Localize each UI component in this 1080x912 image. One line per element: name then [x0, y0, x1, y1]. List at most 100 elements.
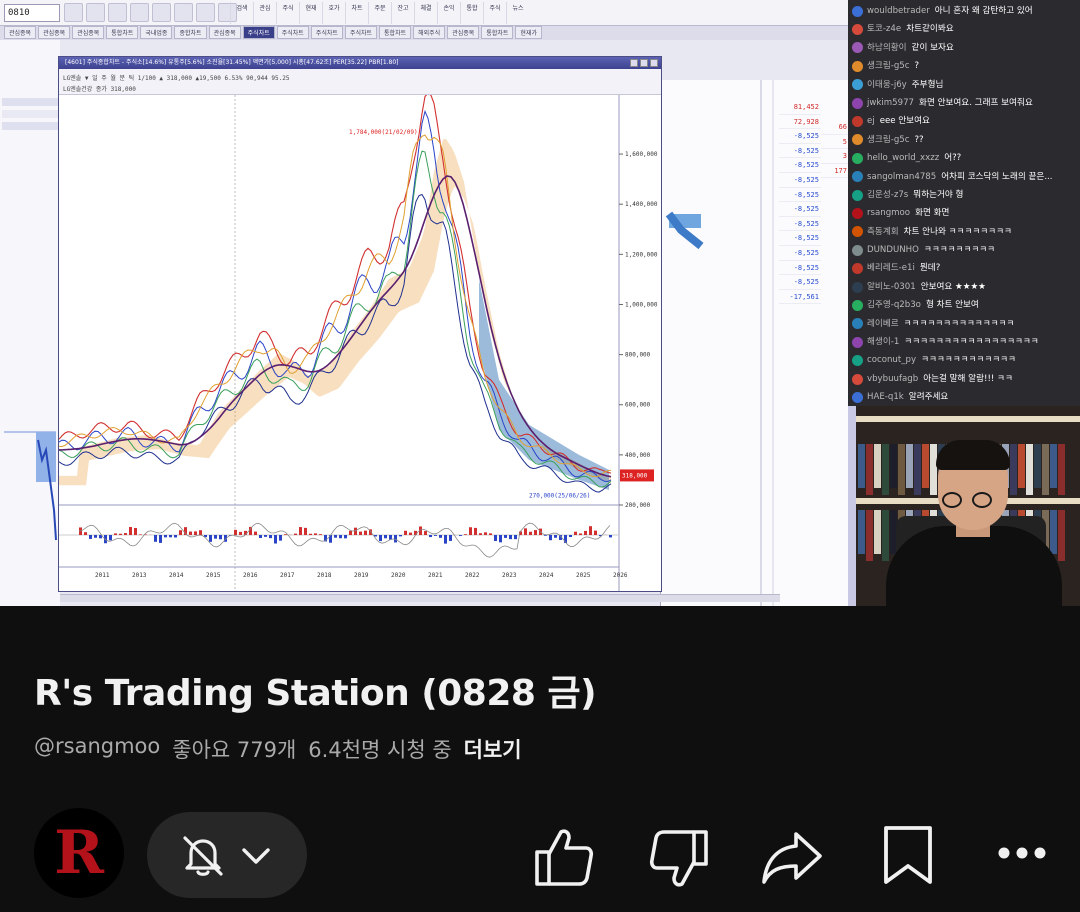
video-title[interactable]: R's Trading Station (0828 금)	[34, 664, 597, 716]
thumbs-up-icon[interactable]	[533, 826, 595, 888]
right-panel-value: -8,525	[779, 231, 821, 246]
chat-message: ej eee 안보여요	[852, 112, 1078, 130]
right-panel-value: -8,525	[779, 144, 821, 159]
oscillator-bar	[434, 535, 437, 536]
chat-message: 레이베르 ㅋㅋㅋㅋㅋㅋㅋㅋㅋㅋㅋㅋㅋㅋ	[852, 315, 1078, 333]
right-panel-value: 5	[821, 135, 848, 150]
oscillator-bar	[479, 533, 482, 535]
video-info-section: R's Trading Station (0828 금) @rsangmoo 좋…	[0, 606, 1080, 912]
hts-tab: 현재가	[515, 26, 542, 39]
oscillator-bar	[464, 534, 467, 535]
chat-avatar	[852, 97, 863, 109]
hts-tool-icon	[130, 3, 149, 22]
oscillator-bar	[409, 532, 412, 535]
chat-text: 같이 보자요	[911, 42, 954, 53]
chat-text: 알려주세요	[908, 392, 949, 403]
chat-avatar	[852, 355, 863, 367]
price-tick-label: 600,000	[625, 402, 651, 409]
chat-username: 해생이-1	[867, 337, 900, 348]
like-count: 좋아요 779개	[172, 738, 297, 762]
oscillator-bar	[239, 531, 242, 535]
bookmark-icon[interactable]	[880, 824, 936, 886]
right-panel-value: -8,525	[779, 261, 821, 276]
bell-off-icon	[183, 836, 223, 876]
book	[930, 444, 937, 495]
oscillator-bar	[234, 529, 237, 535]
oscillator-bar	[84, 532, 87, 535]
chat-message: coconut_py ㅋㅋㅋㅋㅋㅋㅋㅋㅋㅋㅋㅋ	[852, 351, 1078, 369]
oscillator-bar	[319, 534, 322, 535]
thumbs-down-icon[interactable]	[648, 828, 710, 890]
price-chart: 1,600,000 1,400,000 1,200,000 1,000,000 800,…	[59, 95, 661, 591]
chat-username: 김운성-z7s	[867, 189, 909, 200]
right-panel-value: -8,525	[779, 129, 821, 144]
chat-message: vbybuufagb 아는걸 말해 알람!!! ㅋㅋ	[852, 370, 1078, 388]
video-player[interactable]: 0810 검색 관심 주식 현재 호가 차트 주문 잔고 체결 손익 통합 주식 뉴스 관심종목 관심종목…	[0, 0, 1080, 606]
book	[1018, 444, 1025, 488]
price-tick-label: 200,000	[625, 502, 651, 509]
right-panel-value: 72,928	[779, 115, 821, 130]
oscillator-bar	[554, 535, 557, 538]
right-panel-column: 66 5 3 177	[821, 120, 848, 179]
chat-username: ej	[867, 116, 875, 127]
chat-username: 이태웅-j6y	[867, 79, 907, 90]
more-icon[interactable]	[996, 842, 1048, 864]
hts-tab: 관심종목	[72, 26, 105, 39]
chat-username: 측동계회	[867, 226, 899, 237]
chat-avatar	[852, 152, 863, 164]
hts-menu-item: 주식	[276, 2, 299, 24]
close-icon	[650, 59, 658, 67]
oscillator-bar	[284, 534, 287, 535]
trading-app-screen: 0810 검색 관심 주식 현재 호가 차트 주문 잔고 체결 손익 통합 주식 뉴스 관심종목 관심종목…	[0, 0, 848, 606]
webcam-feed	[856, 406, 1080, 606]
oscillator-bar	[304, 527, 307, 535]
notification-button[interactable]	[147, 812, 307, 898]
chat-text: ㅋㅋㅋㅋㅋㅋㅋㅋㅋㅋㅋㅋ	[921, 355, 1016, 366]
oscillator-bar	[549, 535, 552, 541]
oscillator-bar	[534, 530, 537, 535]
oscillator-bar	[459, 535, 462, 536]
chat-avatar	[852, 244, 863, 256]
oscillator-bar	[94, 535, 97, 538]
streamer-hair	[936, 440, 1010, 470]
year-tick-label: 2020	[391, 572, 406, 579]
channel-avatar[interactable]: R	[34, 808, 124, 898]
right-panel-value: -8,525	[779, 173, 821, 188]
chat-text: 주부형님	[911, 79, 944, 90]
oscillator-bar	[259, 535, 262, 539]
oscillator-bar	[114, 533, 117, 535]
hts-menu-item: 손익	[437, 2, 460, 24]
chat-text: 어??	[944, 153, 962, 164]
channel-handle[interactable]: @rsangmoo	[34, 734, 160, 764]
oscillator-bar	[514, 535, 517, 540]
book	[1034, 444, 1041, 488]
oscillator-bar	[294, 533, 297, 535]
hts-tab: 주식차트	[276, 26, 309, 39]
book	[1042, 444, 1049, 495]
oscillator-bar	[129, 526, 132, 535]
chat-text: 아니 혼자 왜 감탄하고 있어	[934, 6, 1033, 16]
chat-avatar	[852, 281, 863, 293]
chat-message: sangolman4785 어차피 코스닥의 노래의 끝은...	[852, 168, 1078, 186]
chat-username: rsangmoo	[867, 208, 911, 219]
chat-message: rsangmoo 화면 화면	[852, 204, 1078, 222]
oscillator-bar	[494, 535, 497, 541]
more-link[interactable]: 더보기	[464, 734, 522, 764]
viewer-count: 6.4천명 시청 중	[308, 738, 452, 762]
year-tick-label: 2026	[613, 572, 628, 579]
chart-info-line: LG엔솔건강 종가 318,000	[63, 86, 136, 93]
oscillator-bar	[574, 531, 577, 535]
chat-avatar	[852, 116, 863, 128]
oscillator-bar	[264, 535, 267, 537]
oscillator-bar	[429, 535, 432, 538]
share-icon[interactable]	[760, 830, 824, 886]
hts-menu-item: 뉴스	[506, 2, 529, 24]
right-panel-value: 66	[821, 120, 848, 135]
book	[858, 510, 865, 554]
oscillator-bar	[364, 530, 367, 535]
year-tick-label: 2011	[95, 572, 110, 579]
oscillator-bar	[159, 535, 162, 543]
oscillator-bar	[334, 535, 337, 538]
hts-tab: 국내업종	[140, 26, 173, 39]
chat-text: 안보여요 ★★★★	[920, 281, 986, 292]
